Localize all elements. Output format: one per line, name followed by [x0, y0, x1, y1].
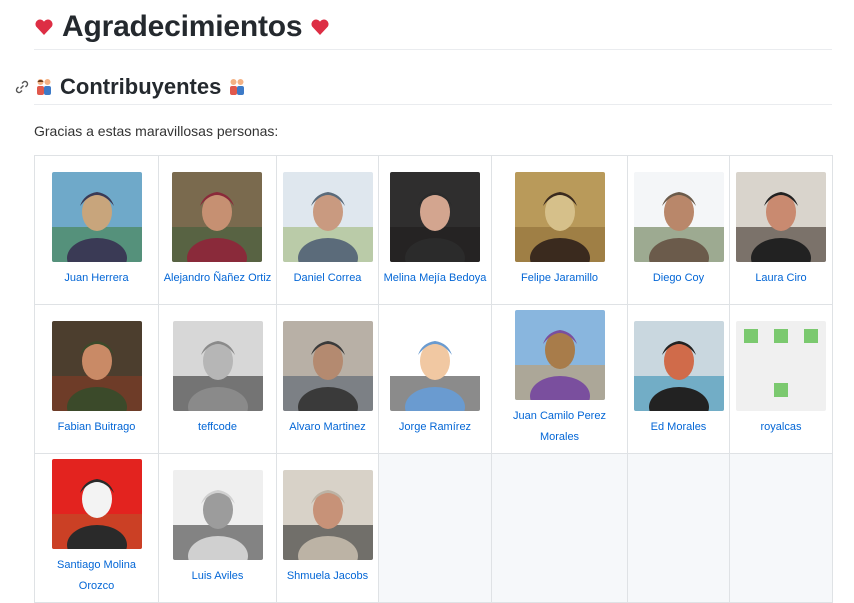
contributor-cell: Alejandro Ñañez Ortiz	[158, 155, 277, 305]
avatar[interactable]	[633, 320, 724, 411]
avatar[interactable]	[514, 171, 605, 262]
empty-cell	[491, 453, 628, 603]
contributor-cell: teffcode	[158, 304, 277, 454]
table-row: Santiago Molina Orozco Luis Aviles Shmue…	[34, 453, 833, 603]
contributor-link[interactable]: teffcode	[172, 320, 263, 438]
contributor-link[interactable]: Diego Coy	[633, 171, 724, 289]
heart-icon	[35, 19, 53, 35]
contributor-name[interactable]: Luis Aviles	[188, 566, 248, 587]
avatar[interactable]	[736, 171, 826, 262]
contributor-cell: Laura Ciro	[729, 155, 833, 305]
contributor-link[interactable]: Juan Camilo Perez Morales	[492, 310, 627, 448]
contributor-cell: Daniel Correa	[276, 155, 379, 305]
contributor-link[interactable]: Jorge Ramírez	[390, 320, 480, 438]
contributor-name[interactable]: Felipe Jaramillo	[517, 268, 602, 289]
contributor-cell: Juan Camilo Perez Morales	[491, 304, 628, 454]
contributor-name[interactable]: Fabian Buitrago	[54, 417, 140, 438]
people-icon	[37, 79, 51, 95]
contributor-name[interactable]: Alvaro Martinez	[285, 417, 369, 438]
avatar[interactable]	[172, 171, 263, 262]
link-icon[interactable]	[14, 79, 30, 95]
contributor-link[interactable]: Ed Morales	[633, 320, 724, 438]
contributor-link[interactable]: Daniel Correa	[282, 171, 373, 289]
empty-cell	[378, 453, 492, 603]
contributor-cell: Alvaro Martinez	[276, 304, 379, 454]
avatar[interactable]	[633, 171, 724, 262]
avatar[interactable]	[51, 171, 142, 262]
contributor-name[interactable]: Juan Herrera	[60, 268, 132, 289]
section-divider	[34, 104, 832, 105]
page-heading: Agradecimientos	[34, 6, 330, 48]
avatar[interactable]	[514, 310, 605, 400]
contributor-name[interactable]: Diego Coy	[649, 268, 708, 289]
section-heading: Contribuyentes	[14, 72, 247, 102]
contributor-cell: Melina Mejía Bedoya	[378, 155, 492, 305]
contributor-name[interactable]: Juan Camilo Perez Morales	[492, 406, 627, 448]
section-title: Contribuyentes	[60, 74, 222, 99]
avatar[interactable]	[390, 320, 480, 411]
contributor-link[interactable]: Santiago Molina Orozco	[35, 459, 158, 597]
avatar[interactable]	[172, 320, 263, 411]
contributor-link[interactable]: Luis Aviles	[172, 469, 263, 587]
contributor-cell: Santiago Molina Orozco	[34, 453, 159, 603]
empty-cell	[627, 453, 730, 603]
table-row: Juan Herrera Alejandro Ñañez Ortiz Danie…	[34, 155, 833, 305]
title-divider	[34, 49, 832, 50]
contributor-link[interactable]: royalcas	[736, 320, 826, 438]
contributor-name[interactable]: Melina Mejía Bedoya	[380, 268, 491, 289]
contributor-link[interactable]: Laura Ciro	[736, 171, 826, 289]
contributor-name[interactable]: Daniel Correa	[290, 268, 366, 289]
avatar[interactable]	[282, 171, 373, 262]
contributor-name[interactable]: Alejandro Ñañez Ortiz	[160, 268, 276, 289]
avatar[interactable]	[51, 459, 142, 549]
contributor-cell: Jorge Ramírez	[378, 304, 492, 454]
contributor-name[interactable]: teffcode	[194, 417, 241, 438]
contributor-cell: Luis Aviles	[158, 453, 277, 603]
avatar[interactable]	[736, 320, 826, 411]
contributor-name[interactable]: Laura Ciro	[751, 268, 810, 289]
contributor-link[interactable]: Juan Herrera	[51, 171, 142, 289]
avatar[interactable]	[282, 320, 373, 411]
empty-cell	[729, 453, 833, 603]
contributor-name[interactable]: Shmuela Jacobs	[283, 566, 372, 587]
contributor-cell: Ed Morales	[627, 304, 730, 454]
contributor-link[interactable]: Shmuela Jacobs	[282, 469, 373, 587]
contributor-name[interactable]: royalcas	[757, 417, 806, 438]
avatar[interactable]	[389, 171, 480, 262]
contributor-cell: Diego Coy	[627, 155, 730, 305]
avatar[interactable]	[172, 469, 263, 560]
contributor-cell: Felipe Jaramillo	[491, 155, 628, 305]
intro-text: Gracias a estas maravillosas personas:	[34, 123, 279, 139]
contributor-cell: Fabian Buitrago	[34, 304, 159, 454]
people-icon	[230, 79, 245, 95]
contributors-table: Juan Herrera Alejandro Ñañez Ortiz Danie…	[34, 155, 833, 603]
contributor-link[interactable]: Alejandro Ñañez Ortiz	[160, 171, 276, 289]
page-title: Agradecimientos	[62, 10, 303, 43]
contributor-link[interactable]: Fabian Buitrago	[51, 320, 142, 438]
heart-icon	[311, 19, 329, 35]
avatar[interactable]	[282, 469, 373, 560]
contributor-link[interactable]: Alvaro Martinez	[282, 320, 373, 438]
contributor-cell: Juan Herrera	[34, 155, 159, 305]
contributor-link[interactable]: Melina Mejía Bedoya	[380, 171, 491, 289]
table-row: Fabian Buitrago teffcode Alvaro Martinez…	[34, 304, 833, 454]
contributor-name[interactable]: Jorge Ramírez	[395, 417, 475, 438]
contributor-cell: royalcas	[729, 304, 833, 454]
contributor-cell: Shmuela Jacobs	[276, 453, 379, 603]
contributor-link[interactable]: Felipe Jaramillo	[514, 171, 605, 289]
avatar[interactable]	[51, 320, 142, 411]
contributor-name[interactable]: Ed Morales	[647, 417, 711, 438]
contributor-name[interactable]: Santiago Molina Orozco	[35, 555, 158, 597]
